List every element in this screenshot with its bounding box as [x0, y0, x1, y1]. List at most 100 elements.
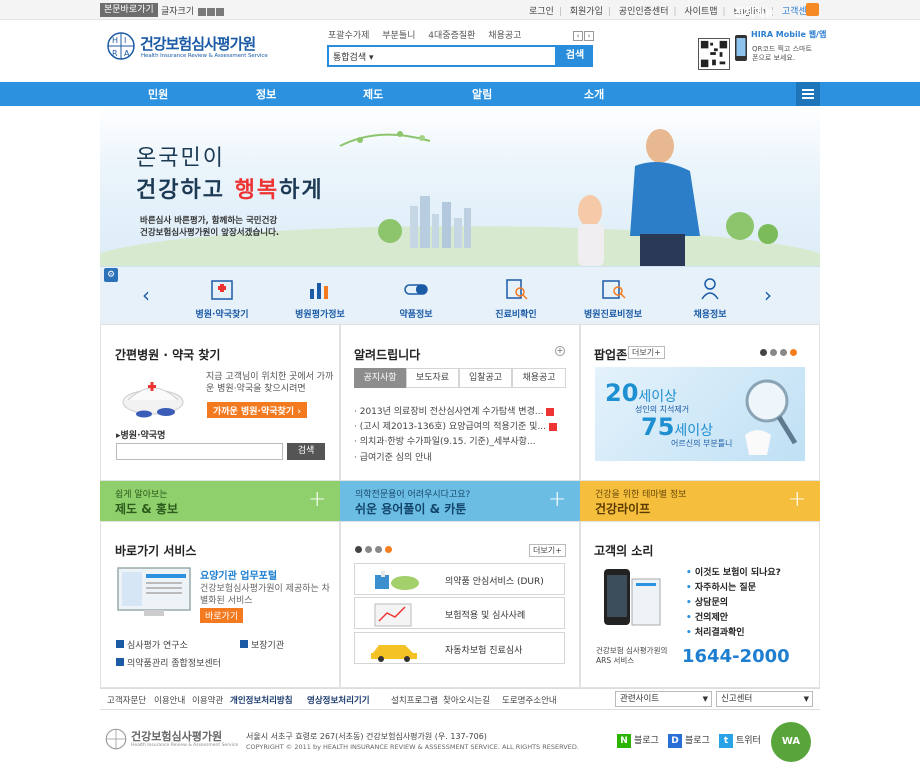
naver-icon: N: [617, 733, 631, 748]
shortcut-link[interactable]: 심사평가 연구소: [116, 638, 188, 651]
popup-banner[interactable]: 20세이상 성인의 치석제거 75세이상 어르신의 부분틀니: [595, 367, 805, 461]
plus-icon[interactable]: +: [555, 346, 565, 356]
service-fee-check[interactable]: 진료비확인: [476, 277, 556, 320]
tab-press[interactable]: 보도자료: [406, 368, 459, 388]
tab-recruit[interactable]: 채용공고: [512, 368, 566, 388]
search-scope-select[interactable]: 통합검색 ▾: [333, 50, 374, 63]
portal-title[interactable]: 요양기관 업무포털: [200, 567, 277, 582]
carousel-dot-active[interactable]: [790, 349, 797, 356]
notice-item[interactable]: · 의치과·한방 수가파일(9.15. 기준)_세부사항...: [354, 434, 536, 447]
quick-links: 포괄수가제 부분틀니 4대중증질환 채용공고: [328, 28, 531, 41]
nurse-cap-image: [122, 382, 184, 418]
service-drug-info[interactable]: 약품정보: [376, 277, 456, 320]
quick-link[interactable]: 4대중증질환: [428, 31, 475, 41]
hospital-search-button[interactable]: 검색: [287, 443, 325, 460]
notice-item[interactable]: · 2013년 의료장비 전산심사연계 수가탐색 변경...: [354, 404, 555, 417]
shortcut-link[interactable]: 보장기관: [240, 638, 284, 651]
tab-notice[interactable]: 공지사항: [354, 368, 406, 388]
footer-link[interactable]: 찾아오시는길: [443, 694, 490, 706]
nav-item-info[interactable]: 정보: [256, 86, 276, 102]
font-reset-button[interactable]: [207, 7, 215, 16]
carousel-dot[interactable]: [780, 349, 787, 356]
naver-blog-link[interactable]: N 블로그: [617, 733, 659, 748]
popup-unit-2: 세이상: [674, 423, 714, 439]
terms-cartoon-bar[interactable]: 의학전문용어 어려우시다고요? 쉬운 용어풀이 & 카툰 +: [340, 481, 580, 521]
mobile-title[interactable]: HIRA Mobile 웹/앱: [751, 29, 826, 40]
nav-item-about[interactable]: 소개: [584, 86, 604, 102]
chevron-left-icon[interactable]: ‹: [573, 31, 583, 41]
report-center-select[interactable]: 신고센터 ▼: [716, 691, 813, 707]
carousel-dot[interactable]: [770, 349, 777, 356]
nearby-hospital-button[interactable]: 가까운 병원·약국찾기 ›: [207, 402, 307, 418]
voice-link[interactable]: • 이것도 보험이 되나요?: [686, 565, 781, 578]
twitter-link[interactable]: t 트위터: [719, 733, 761, 748]
login-link[interactable]: 로그인: [529, 7, 554, 17]
voice-link[interactable]: • 상담문의: [686, 595, 728, 608]
skip-to-content-link[interactable]: 본문바로가기: [100, 3, 158, 17]
notice-item[interactable]: · (고시 제2013-136호) 요양급여의 적용기준 및...: [354, 419, 558, 432]
more-label: 더보기: [632, 348, 655, 357]
nav-item-civil[interactable]: 민원: [148, 86, 168, 102]
sitemap-link[interactable]: 사이트맵: [684, 7, 717, 17]
pause-icon[interactable]: [760, 349, 767, 356]
chevron-right-icon[interactable]: ›: [584, 31, 594, 41]
health-life-bar[interactable]: 건강을 위한 테마별 정보 건강라이프 +: [580, 481, 820, 521]
footer-link[interactable]: 설치프로그램: [391, 694, 438, 706]
font-decrease-button[interactable]: [216, 7, 224, 16]
portal-go-button[interactable]: 바로가기: [200, 608, 244, 623]
quick-link[interactable]: 포괄수가제: [328, 31, 369, 41]
font-increase-button[interactable]: [198, 7, 206, 16]
bullet-icon: •: [686, 628, 695, 638]
gear-icon[interactable]: ⚙: [104, 268, 118, 282]
carousel-dot[interactable]: [375, 546, 382, 553]
popup-number-2: 75: [641, 413, 675, 441]
search-button[interactable]: 검색: [557, 45, 593, 67]
quick-service-car[interactable]: 자동차보험 진료심사: [354, 632, 565, 664]
pause-icon[interactable]: [355, 546, 362, 553]
signup-link[interactable]: 회원가입: [570, 7, 603, 17]
related-sites-select[interactable]: 관련사이트 ▼: [615, 691, 712, 707]
cert-center-link[interactable]: 공인인증센터: [619, 7, 669, 17]
quick-service-insurance[interactable]: 보험적용 및 심사사례: [354, 597, 565, 629]
popup-more-button[interactable]: 더보기+: [628, 346, 665, 359]
hospital-name-input[interactable]: [116, 443, 283, 460]
hamburger-menu-icon[interactable]: [796, 82, 820, 106]
footer-logo-subtitle: Health Insurance Review & Assessment Ser…: [131, 743, 239, 748]
quick-link[interactable]: 채용공고: [488, 31, 521, 41]
service-recruit[interactable]: 채용정보: [670, 277, 750, 320]
nav-item-system[interactable]: 제도: [363, 86, 383, 102]
hira-logo-icon[interactable]: H I R A: [106, 30, 136, 62]
daum-blog-link[interactable]: D 블로그: [668, 733, 710, 748]
footer-link-privacy[interactable]: 개인정보처리방침: [230, 694, 293, 706]
chevron-left-icon[interactable]: ‹: [142, 283, 150, 307]
tab-bid[interactable]: 입찰공고: [459, 368, 512, 388]
nav-item-notice[interactable]: 알림: [472, 86, 492, 102]
notice-item[interactable]: · 급여기준 심의 안내: [354, 450, 432, 463]
system-promo-bar[interactable]: 쉽게 알아보는 제도 & 홍보 +: [100, 481, 340, 521]
service-hospital-eval[interactable]: 병원평가정보: [280, 277, 360, 320]
footer-link-cctv[interactable]: 영상정보처리기기: [307, 694, 370, 706]
voice-link[interactable]: • 건의제안: [686, 610, 728, 623]
footer-link[interactable]: 이용약관: [192, 694, 223, 706]
voice-link[interactable]: • 처리결과확인: [686, 625, 745, 638]
footer-link[interactable]: 이용안내: [154, 694, 185, 706]
rss-icon[interactable]: [806, 3, 819, 16]
all-menu-label[interactable]: 전체메뉴: [734, 4, 774, 20]
shortcut-link[interactable]: 의약품관리 종합정보센터: [116, 656, 221, 669]
quick-link[interactable]: 부분틀니: [382, 31, 415, 41]
plus-icon: +: [788, 487, 807, 512]
chevron-right-icon[interactable]: ›: [764, 283, 772, 307]
quick-service-more-button[interactable]: 더보기+: [529, 544, 566, 557]
service-hospital-fee[interactable]: 병원진료비정보: [573, 277, 653, 320]
carousel-dot-active[interactable]: [385, 546, 392, 553]
quick-service-dur[interactable]: 의약품 안심서비스 (DUR): [354, 563, 565, 595]
footer-link[interactable]: 고객자문단: [107, 694, 146, 706]
carousel-dot[interactable]: [365, 546, 372, 553]
service-hospital-search[interactable]: 병원·약국찾기: [182, 277, 262, 320]
carousel-controls: [760, 346, 800, 359]
logo-title[interactable]: 건강보험심사평가원: [140, 33, 256, 54]
voice-link[interactable]: • 자주하시는 질문: [686, 580, 756, 593]
footer-link[interactable]: 도로명주소안내: [502, 694, 557, 706]
phone-device-image: [604, 569, 661, 626]
hero-description: 바른심사 바른평가, 함께하는 국민건강 건강보험심사평가원이 앞장서겠습니다.: [140, 215, 279, 239]
